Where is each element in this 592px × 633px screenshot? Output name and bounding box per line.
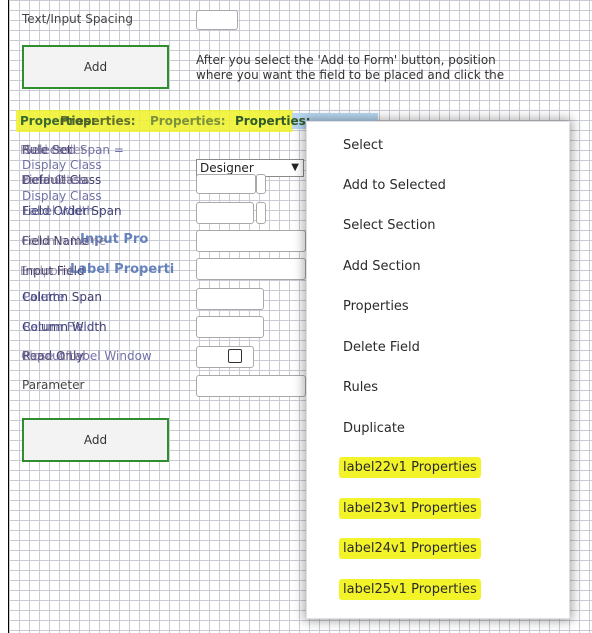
properties-header-overlap-3: Properties:: [235, 114, 311, 128]
input-field-input[interactable]: [196, 258, 306, 280]
field-class-input[interactable]: [196, 174, 256, 194]
label-width-input[interactable]: [196, 202, 254, 224]
help-text-line-2: where you want the field to be placed an…: [196, 68, 505, 82]
add-button-label: Add: [83, 60, 108, 74]
read-only-input[interactable]: [196, 346, 254, 368]
add-field-button[interactable]: Add: [22, 418, 169, 462]
menu-item-add-section[interactable]: Add Section: [343, 259, 421, 274]
overlap-row-8-b: Palette: [23, 290, 65, 304]
properties-header-overlap: Properties:: [60, 114, 136, 128]
properties-header-overlap-2: Properties:: [150, 114, 226, 128]
text-input-spacing-field[interactable]: [196, 10, 238, 30]
column-width-input[interactable]: [196, 316, 264, 338]
add-button[interactable]: Add: [22, 45, 169, 89]
label-properties-heading: Label Properti: [70, 262, 175, 277]
menu-item-duplicate[interactable]: Duplicate: [343, 421, 405, 436]
parameter-input[interactable]: [196, 375, 306, 397]
parameter-label: Parameter: [22, 378, 85, 392]
chevron-down-icon: ▼: [291, 162, 299, 173]
menu-item-add-to-selected[interactable]: Add to Selected: [343, 178, 446, 193]
overlap-row-6-c: Column Name: [21, 234, 107, 248]
field-name-input[interactable]: [196, 230, 306, 252]
overlap-row-7-c: Endpoint: [20, 264, 74, 278]
popout-label-window-checkbox[interactable]: [228, 349, 242, 363]
overlap-row-4-a: Display Class: [22, 189, 102, 203]
menu-item-label23v1-properties[interactable]: label23v1 Properties: [339, 498, 481, 519]
overlap-row-9-b: Return Field: [23, 320, 95, 334]
column-span-input[interactable]: [196, 288, 264, 310]
menu-item-properties[interactable]: Properties: [343, 299, 409, 314]
menu-item-label22v1-properties[interactable]: label22v1 Properties: [339, 457, 481, 478]
field-class-input-2[interactable]: [256, 174, 266, 194]
help-text: After you select the 'Add to Form' butto…: [196, 53, 504, 83]
text-input-spacing-label: Text/Input Spacing: [22, 12, 133, 26]
designer-select-value: Designer: [200, 161, 254, 175]
menu-item-label25v1-properties[interactable]: label25v1 Properties: [339, 579, 481, 600]
menu-item-label24v1-properties[interactable]: label24v1 Properties: [339, 538, 481, 559]
overlap-row-10-c: Close After: [21, 349, 87, 363]
menu-item-select[interactable]: Select: [343, 138, 383, 153]
overlap-row-3-c: Parameters: [21, 173, 90, 187]
label-width-input-2[interactable]: [256, 202, 266, 224]
menu-item-delete-field[interactable]: Delete Field: [343, 340, 420, 355]
menu-item-select-section[interactable]: Select Section: [343, 218, 436, 233]
overlap-row-5-b: Label Width: [23, 204, 95, 218]
context-menu: Select Add to Selected Select Section Ad…: [306, 121, 570, 619]
overlap-row-1-c: Field Order: [20, 143, 86, 157]
help-text-line-1: After you select the 'Add to Form' butto…: [196, 53, 496, 67]
menu-item-rules[interactable]: Rules: [343, 380, 378, 395]
overlap-row-2-a: Display Class: [22, 158, 102, 172]
add-field-button-label: Add: [83, 433, 108, 447]
